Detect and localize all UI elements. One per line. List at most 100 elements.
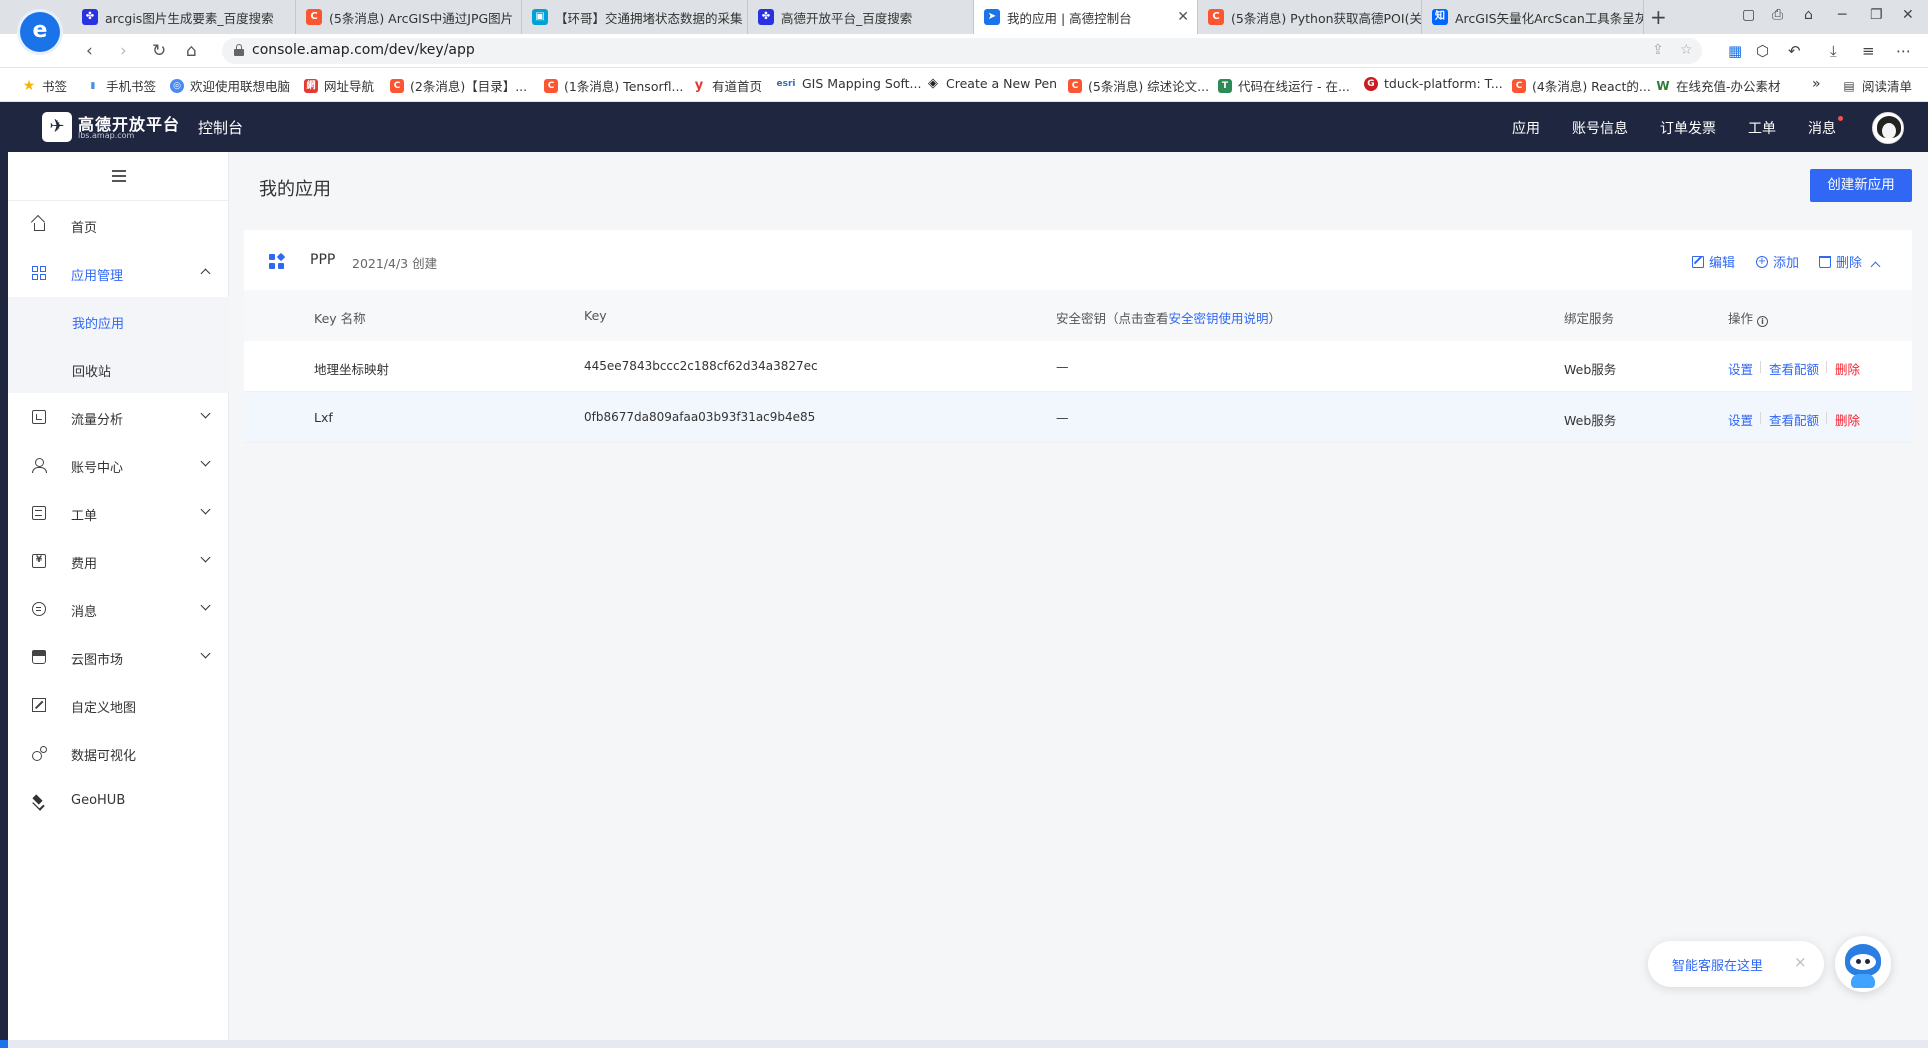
url-input[interactable]: console.amap.com/dev/key/app ⇪ ☆ (222, 38, 1702, 64)
csdn-c-icon: C (1208, 9, 1224, 25)
back-icon[interactable]: ‹ (86, 41, 93, 61)
chevron-up-icon[interactable] (1870, 261, 1881, 272)
restore-icon[interactable]: ❐ (1870, 7, 1883, 23)
bookmark-item[interactable]: C (5条消息) 综述论文... (1068, 76, 1209, 95)
main-content: 我的应用 创建新应用 PPP 2021/4/3 创建 编辑 + 添加 删除 Ke… (229, 152, 1928, 1040)
browser-tab[interactable]: C (5条消息) ArcGIS中通过JPG图片 (296, 0, 522, 34)
bookmark-item[interactable]: esri GIS Mapping Soft... (776, 76, 922, 91)
trash-icon (1819, 255, 1831, 268)
reload-icon[interactable]: ↻ (152, 41, 166, 61)
sidebar-item-app-management[interactable]: 应用管理 (8, 249, 229, 297)
extensions-icon[interactable]: ⬡ (1756, 42, 1769, 60)
close-icon[interactable]: × (1794, 953, 1807, 971)
collections-icon[interactable]: ⎙ (1772, 7, 1783, 23)
amap-logo-icon[interactable]: ✈ (42, 112, 72, 142)
assistant-robot-icon[interactable] (1835, 936, 1891, 992)
minimize-icon[interactable]: ─ (1838, 7, 1846, 23)
delete-key-link[interactable]: 删除 (1835, 359, 1860, 378)
table-row: 地理坐标映射 445ee7843bccc2c188cf62d34a3827ec … (244, 341, 1912, 392)
bookmark-item[interactable]: C (1条消息) Tensorfl... (544, 76, 683, 95)
fee-icon: ¥ (32, 554, 46, 568)
window-close-icon[interactable]: ✕ (1902, 7, 1914, 23)
more-bookmarks-button[interactable]: » (1812, 76, 1821, 92)
favorite-star-icon[interactable]: ☆ (1680, 42, 1693, 58)
sidebar-item-label: 数据可视化 (71, 749, 137, 764)
browser-tab[interactable]: C (5条消息) Python获取高德POI(关 (1198, 0, 1422, 34)
more-icon[interactable]: ⋯ (1896, 42, 1911, 60)
info-icon[interactable]: i (1757, 316, 1769, 327)
settings-list-icon[interactable]: ≡ (1862, 42, 1875, 60)
bookmark-item[interactable]: T 代码在线运行 - 在... (1218, 76, 1350, 95)
bookmark-item[interactable]: ◎ 欢迎使用联想电脑 (170, 76, 290, 95)
browser-tab-active[interactable]: ➤ 我的应用 | 高德控制台 ✕ (974, 0, 1198, 34)
divider (1760, 412, 1761, 424)
bookmark-item[interactable]: W 在线充值-办公素材 (1656, 76, 1780, 95)
edit-app-button[interactable]: 编辑 (1692, 252, 1735, 271)
sidebar-item-my-apps[interactable]: 我的应用 (8, 297, 229, 345)
add-key-button[interactable]: + 添加 (1756, 252, 1799, 271)
shirt-icon[interactable]: ⌂ (1804, 7, 1813, 23)
delete-key-link[interactable]: 删除 (1835, 410, 1860, 429)
tab-list-icon[interactable]: ▢ (1742, 7, 1755, 23)
delete-app-button[interactable]: 删除 (1819, 252, 1862, 271)
bookmark-item[interactable]: G tduck-platform: T... (1364, 76, 1503, 91)
bookmark-item[interactable]: ▮ 手机书签 (86, 76, 157, 95)
header-nav-invoices[interactable]: 订单发票 (1660, 118, 1716, 138)
assistant-label[interactable]: 智能客服在这里 (1672, 955, 1763, 974)
w-icon: W (1656, 78, 1670, 93)
browser-tab[interactable]: ✤ 高德开放平台_百度搜索 (748, 0, 974, 34)
header-nav-account[interactable]: 账号信息 (1572, 118, 1628, 138)
bookmark-item[interactable]: C (4条消息) React的... (1512, 76, 1651, 95)
header-nav-apps[interactable]: 应用 (1512, 118, 1540, 138)
csdn-c-icon: C (544, 78, 558, 93)
key-value-cell: 445ee7843bccc2c188cf62d34a3827ec (584, 359, 818, 373)
bookmark-item[interactable]: ★ 书签 (22, 76, 67, 95)
sidebar-item-custom-map[interactable]: 自定义地图 (8, 681, 229, 729)
bookmark-item[interactable]: C (2条消息)【目录】... (390, 76, 527, 95)
sidebar-item-geohub[interactable]: GeoHUB (8, 777, 229, 825)
share-icon[interactable]: ⇪ (1652, 42, 1664, 58)
sidebar-item-cloud-market[interactable]: 云图市场 (8, 633, 229, 681)
nav-icon: 網 (304, 78, 318, 93)
browser-tab[interactable]: ✤ arcgis图片生成要素_百度搜索 (72, 0, 296, 34)
menu-toggle-icon[interactable] (112, 170, 126, 182)
view-quota-link[interactable]: 查看配额 (1769, 359, 1819, 378)
sidebar-item-recycle-bin[interactable]: 回收站 (8, 345, 229, 393)
close-icon[interactable]: ✕ (1177, 9, 1189, 25)
assistant-pill[interactable]: 智能客服在这里 × (1648, 941, 1824, 987)
sidebar-item-fees[interactable]: ¥ 费用 (8, 537, 229, 585)
sidebar-item-traffic-analysis[interactable]: 流量分析 (8, 393, 229, 441)
undo-icon[interactable]: ↶ (1788, 42, 1801, 60)
bookmark-item[interactable]: 網 网址导航 (304, 76, 374, 95)
console-title[interactable]: 控制台 (198, 117, 243, 138)
header-nav-messages[interactable]: 消息 (1808, 118, 1836, 138)
bookmark-item[interactable]: y 有道首页 (692, 76, 762, 95)
sidebar-item-label: 云图市场 (71, 653, 124, 668)
sidebar-item-tickets[interactable]: 工单 (8, 489, 229, 537)
translate-icon[interactable]: ▦ (1728, 42, 1742, 60)
layers-icon (32, 794, 46, 808)
sidebar-item-account-center[interactable]: 账号中心 (8, 441, 229, 489)
view-quota-link[interactable]: 查看配额 (1769, 410, 1819, 429)
browser-tab[interactable]: ▣ 【环哥】交通拥堵状态数据的采集 (522, 0, 748, 34)
settings-link[interactable]: 设置 (1728, 410, 1753, 429)
bookmark-item[interactable]: ◈ Create a New Pen (926, 76, 1057, 91)
sidebar-item-messages[interactable]: 消息 (8, 585, 229, 633)
secret-usage-link[interactable]: 安全密钥使用说明 (1169, 311, 1269, 326)
forward-icon[interactable]: › (120, 41, 127, 61)
custom-map-icon (32, 698, 46, 712)
avatar[interactable] (1872, 112, 1904, 144)
sidebar-item-data-vis[interactable]: 数据可视化 (8, 729, 229, 777)
new-tab-icon[interactable]: + (1650, 5, 1667, 29)
settings-link[interactable]: 设置 (1728, 359, 1753, 378)
esri-icon: esri (776, 78, 796, 89)
divider (1760, 361, 1761, 373)
sidebar-item-home[interactable]: 首页 (8, 201, 229, 249)
browser-tab[interactable]: 知 ArcGIS矢量化ArcScan工具条呈灰 (1422, 0, 1644, 34)
header-nav-tickets[interactable]: 工单 (1748, 118, 1776, 138)
reading-list-button[interactable]: ▤ 阅读清单 (1842, 76, 1912, 95)
home-icon[interactable]: ⌂ (186, 41, 197, 61)
download-icon[interactable]: ⤓ (1830, 42, 1837, 60)
create-app-button[interactable]: 创建新应用 (1810, 169, 1912, 202)
delete-label: 删除 (1836, 256, 1863, 271)
